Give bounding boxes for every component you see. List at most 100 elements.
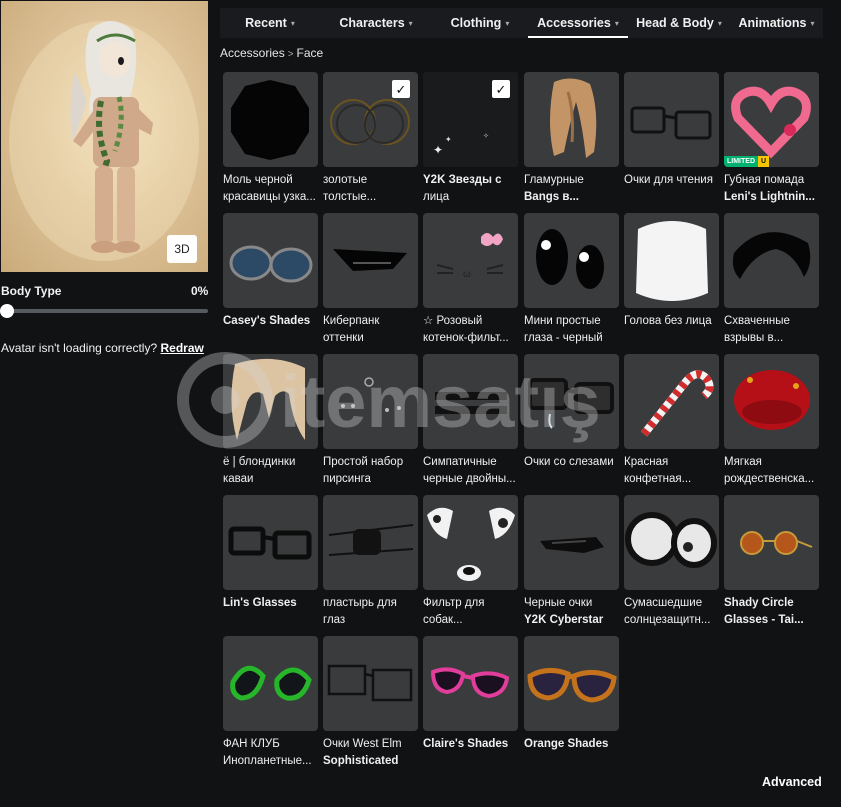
item-card[interactable]: Casey's Shades	[223, 213, 318, 347]
orange-shades-icon	[527, 668, 617, 703]
redraw-link[interactable]: Redraw	[161, 341, 204, 355]
green-alien-glasses-icon	[230, 665, 312, 701]
item-thumbnail[interactable]	[423, 354, 518, 449]
item-thumbnail[interactable]: ω	[423, 213, 518, 308]
item-thumbnail[interactable]: ✓	[323, 72, 418, 167]
item-name: Claire's Shades	[423, 736, 518, 770]
body-type-slider[interactable]	[0, 304, 208, 318]
view-3d-button[interactable]: 3D	[167, 235, 197, 263]
checkmark-icon[interactable]: ✓	[392, 80, 410, 98]
item-thumbnail[interactable]	[624, 354, 719, 449]
avatar-preview[interactable]: 3D	[1, 1, 208, 272]
item-thumbnail[interactable]	[524, 495, 619, 590]
item-card[interactable]: ✦ ✦ ✧ ✓ Y2K Звезды с лица	[423, 72, 518, 206]
item-card[interactable]: LIMITED U Губная помада Leni's Lightnin...	[724, 72, 819, 206]
item-card[interactable]: Мини простые глаза - черный	[524, 213, 619, 347]
item-card[interactable]: Красная конфетная...	[624, 354, 719, 488]
item-card[interactable]: Orange Shades	[524, 636, 619, 770]
tab-animations[interactable]: Animations ▾	[730, 8, 823, 38]
tab-head-body[interactable]: Head & Body ▾	[628, 8, 730, 38]
item-card[interactable]: Схваченные взрывы в...	[724, 213, 819, 347]
item-card[interactable]: Киберпанк оттенки	[323, 213, 418, 347]
item-name: ФАН КЛУБ Инопланетные...	[223, 736, 318, 770]
black-eyes-icon	[536, 229, 604, 289]
item-thumbnail[interactable]	[524, 72, 619, 167]
item-card[interactable]: Очки West Elm Sophisticated	[323, 636, 418, 770]
item-card[interactable]: Симпатичные черные двойны...	[423, 354, 518, 488]
item-card[interactable]: Гламурные Bangs в...	[524, 72, 619, 206]
item-name: Lin's Glasses	[223, 595, 318, 629]
item-card[interactable]: Фильтр для собак...	[423, 495, 518, 629]
item-card[interactable]: Простой набор пирсинга	[323, 354, 418, 488]
tab-label: Characters	[339, 16, 405, 30]
item-name-line: Claire's Shades	[423, 738, 509, 750]
item-name-line: Симпатичные	[423, 456, 497, 468]
item-thumbnail[interactable]	[624, 495, 719, 590]
tab-characters[interactable]: Characters ▾	[320, 8, 432, 38]
item-thumbnail[interactable]	[624, 213, 719, 308]
heart-lips-icon	[724, 72, 819, 167]
item-card[interactable]: Claire's Shades	[423, 636, 518, 770]
item-name-line: взрывы в...	[724, 332, 784, 344]
item-thumbnail[interactable]	[423, 636, 518, 731]
item-thumbnail[interactable]	[223, 495, 318, 590]
item-card[interactable]: ✓ золотые толстые...	[323, 72, 418, 206]
item-name-line: Sophisticated	[323, 755, 399, 767]
item-name-line: глаза - черный	[524, 332, 603, 344]
item-thumbnail[interactable]	[223, 636, 318, 731]
item-card[interactable]: пластырь для глаз	[323, 495, 418, 629]
breadcrumb-parent[interactable]: Accessories	[220, 46, 285, 60]
item-name: Красная конфетная...	[624, 454, 719, 488]
item-card[interactable]: Lin's Glasses	[223, 495, 318, 629]
item-name-line: Губная помада	[724, 174, 805, 186]
item-thumbnail[interactable]	[524, 636, 619, 731]
item-thumbnail[interactable]	[323, 354, 418, 449]
item-thumbnail[interactable]	[624, 72, 719, 167]
item-name-line: Leni's Lightnin...	[724, 191, 815, 203]
item-thumbnail[interactable]	[724, 213, 819, 308]
item-card[interactable]: Очки для чтения	[624, 72, 719, 206]
item-thumbnail[interactable]	[524, 213, 619, 308]
checkmark-icon[interactable]: ✓	[492, 80, 510, 98]
item-thumbnail[interactable]: ✦ ✦ ✧ ✓	[423, 72, 518, 167]
item-card[interactable]: ё | блондинки каваи	[223, 354, 318, 488]
item-card[interactable]: Shady Circle Glasses - Tai...	[724, 495, 819, 629]
item-thumbnail[interactable]: LIMITED U	[724, 72, 819, 167]
item-thumbnail[interactable]	[323, 495, 418, 590]
item-name-line: Гламурные	[524, 174, 584, 186]
tab-label: Recent	[245, 16, 287, 30]
item-name-line: Очки West Elm	[323, 738, 402, 750]
tab-clothing[interactable]: Clothing ▾	[432, 8, 528, 38]
item-name: Фильтр для собак...	[423, 595, 518, 629]
item-thumbnail[interactable]	[323, 636, 418, 731]
item-card[interactable]: Черные очки Y2K Cyberstar	[524, 495, 619, 629]
reading-glasses-icon	[630, 106, 712, 140]
item-name-line: Glasses - Tai...	[724, 614, 804, 626]
chevron-down-icon: ▾	[614, 18, 619, 28]
item-name: Гламурные Bangs в...	[524, 172, 619, 206]
breadcrumb: Accessories > Face	[220, 46, 323, 60]
tab-accessories[interactable]: Accessories ▾	[528, 8, 628, 38]
item-card[interactable]: Мягкая рождественска...	[724, 354, 819, 488]
item-thumbnail[interactable]	[423, 495, 518, 590]
item-card[interactable]: ω ☆ Розовый котенок-фильт...	[423, 213, 518, 347]
tab-recent[interactable]: Recent ▾	[220, 8, 320, 38]
item-thumbnail[interactable]	[323, 213, 418, 308]
item-card[interactable]: Голова без лица	[624, 213, 719, 347]
item-card[interactable]: Моль черной красавицы узка...	[223, 72, 318, 206]
body-type-slider-thumb[interactable]	[0, 304, 14, 318]
item-card[interactable]: ФАН КЛУБ Инопланетные...	[223, 636, 318, 770]
dog-filter-icon	[427, 507, 515, 581]
item-thumbnail[interactable]	[524, 354, 619, 449]
item-thumbnail[interactable]	[223, 72, 318, 167]
advanced-link[interactable]: Advanced	[762, 775, 822, 789]
item-thumbnail[interactable]	[223, 213, 318, 308]
tab-label: Clothing	[450, 16, 502, 30]
item-card[interactable]: Сумасшедшие солнцезащитн...	[624, 495, 719, 629]
item-thumbnail[interactable]	[724, 354, 819, 449]
item-name-line: Фильтр для	[423, 597, 485, 609]
item-name: Черные очки Y2K Cyberstar	[524, 595, 619, 629]
item-thumbnail[interactable]	[223, 354, 318, 449]
item-card[interactable]: Очки со слезами	[524, 354, 619, 488]
item-thumbnail[interactable]	[724, 495, 819, 590]
